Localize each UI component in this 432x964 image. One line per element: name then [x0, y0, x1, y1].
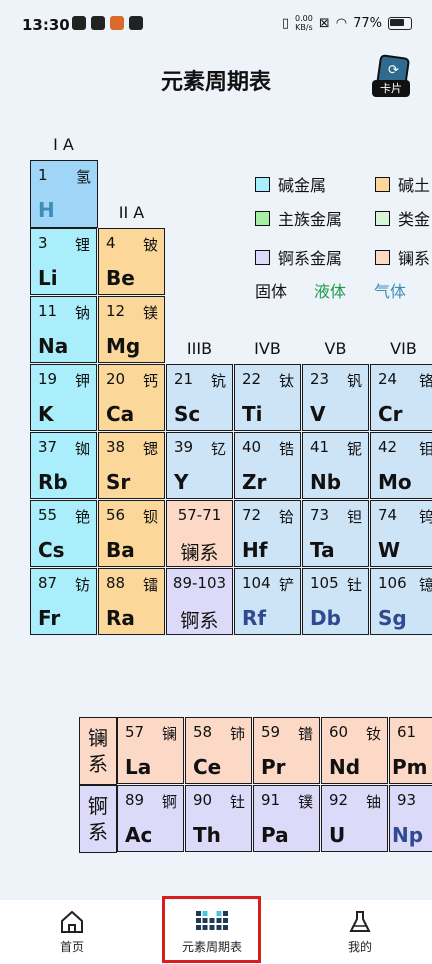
sim-icon: ⊠ — [318, 15, 330, 31]
periodic-table-area[interactable]: I A II A IIIB IVB VB VIB 碱金属 碱土 主族金属 类金 … — [0, 125, 432, 900]
element-cell-np[interactable]: 93 Np — [389, 785, 432, 852]
element-cell-ba[interactable]: 56 钡 Ba — [98, 500, 165, 567]
element-cell-nb[interactable]: 41 铌 Nb — [302, 432, 369, 499]
nav-me-label: 我的 — [347, 940, 372, 954]
status-bar: 13:30 ▯ 0.00 KB/s ⊠ ◠ 77% — [0, 0, 432, 50]
nav-selection-highlight — [162, 896, 261, 963]
legend-main-group: 主族金属 — [255, 206, 342, 230]
element-cell-fr[interactable]: 87 钫 Fr — [30, 568, 97, 635]
group-label-ia: I A — [53, 135, 74, 154]
element-cell-na[interactable]: 11 钠 Na — [30, 296, 97, 363]
battery-percent: 77% — [353, 15, 382, 31]
element-cell-u[interactable]: 92 铀 U — [321, 785, 388, 852]
legend-solid: 固体 — [255, 282, 288, 301]
element-cell-y[interactable]: 39 钇 Y — [166, 432, 233, 499]
element-cell-be[interactable]: 4 铍 Be — [98, 228, 165, 295]
legend-alkali: 碱金属 — [255, 172, 326, 196]
page-title: 元素周期表 — [160, 70, 271, 95]
status-right: ▯ 0.00 KB/s ⊠ ◠ 77% — [282, 14, 412, 32]
group-label-vb: VB — [324, 339, 347, 358]
actinide-row-header: 锕系 — [79, 785, 117, 853]
status-time: 13:30 — [22, 16, 70, 34]
legend-liquid: 液体 — [314, 282, 347, 301]
group-label-iiib: IIIB — [186, 339, 213, 358]
home-icon — [59, 909, 85, 935]
element-cell-db[interactable]: 105 钍 Db — [302, 568, 369, 635]
legend-swatch-actinide — [255, 249, 270, 265]
element-cell-ta[interactable]: 73 钽 Ta — [302, 500, 369, 567]
nav-me[interactable]: 我的 — [328, 900, 392, 964]
element-cell-ca[interactable]: 20 钙 Ca — [98, 364, 165, 431]
element-cell-cr[interactable]: 24 铬 Cr — [370, 364, 432, 431]
net-speed: 0.00 KB/s — [295, 14, 313, 32]
element-cell-ac[interactable]: 89 锕 Ac — [117, 785, 184, 852]
element-cell-k[interactable]: 19 钾 K — [30, 364, 97, 431]
element-cell-sg[interactable]: 106 镱 Sg — [370, 568, 432, 635]
battery-icon — [388, 16, 412, 30]
status-app-icons — [72, 16, 143, 30]
flask-icon — [347, 909, 373, 935]
element-cell-zr[interactable]: 40 锆 Zr — [234, 432, 301, 499]
legend-swatch-lanthanide — [375, 249, 390, 265]
app-notification-icon — [72, 16, 86, 30]
element-cell-la[interactable]: 57 镧 La — [117, 717, 184, 784]
group-label-iia: II A — [118, 203, 145, 222]
element-cell-v[interactable]: 23 钒 V — [302, 364, 369, 431]
element-cell-nd[interactable]: 60 钕 Nd — [321, 717, 388, 784]
element-cell-ra[interactable]: 88 镭 Ra — [98, 568, 165, 635]
element-cell-w[interactable]: 74 钨 W — [370, 500, 432, 567]
vibrate-icon: ▯ — [281, 15, 290, 31]
app-notification-icon-3 — [129, 16, 143, 30]
wifi-icon: ◠ — [335, 15, 348, 31]
app-notification-icon-2 — [110, 16, 124, 30]
element-cell-li[interactable]: 3 锂 Li — [30, 228, 97, 295]
card-label: 卡片 — [372, 80, 410, 97]
legend-lanthanide: 镧系 — [375, 245, 430, 269]
legend-swatch-alkali — [255, 176, 270, 192]
legend-gas: 气体 — [374, 282, 407, 301]
element-cell-sr[interactable]: 38 锶 Sr — [98, 432, 165, 499]
element-cell-mg[interactable]: 12 镁 Mg — [98, 296, 165, 363]
legend-alkaline-earth: 碱土 — [375, 172, 430, 196]
legend-swatch-main-group — [255, 210, 270, 226]
element-cell-rb[interactable]: 37 铷 Rb — [30, 432, 97, 499]
nav-home-label: 首页 — [59, 940, 84, 954]
nav-home[interactable]: 首页 — [40, 900, 104, 964]
element-cell-ti[interactable]: 22 钛 Ti — [234, 364, 301, 431]
element-cell-ce[interactable]: 58 铈 Ce — [185, 717, 252, 784]
legend-swatch-metalloid — [375, 210, 390, 226]
tiktok-icon — [91, 16, 105, 30]
card-button[interactable]: ⟳ 卡片 — [369, 54, 415, 100]
legend-actinide: 锕系金属 — [255, 245, 342, 269]
group-label-vib: VIB — [390, 339, 417, 358]
element-cell-hf[interactable]: 72 铪 Hf — [234, 500, 301, 567]
element-cell-rf[interactable]: 104 铲 Rf — [234, 568, 301, 635]
group-label-ivb: IVB — [254, 339, 281, 358]
element-cell-cs[interactable]: 55 铯 Cs — [30, 500, 97, 567]
legend-metalloid: 类金 — [375, 206, 430, 230]
element-cell-th[interactable]: 90 钍 Th — [185, 785, 252, 852]
actinide-series-cell[interactable]: 89-103 锕系 — [166, 568, 233, 635]
element-cell-pa[interactable]: 91 镤 Pa — [253, 785, 320, 852]
lanthanide-row-header: 镧系 — [79, 717, 117, 785]
element-cell-pr[interactable]: 59 镨 Pr — [253, 717, 320, 784]
element-cell-sc[interactable]: 21 钪 Sc — [166, 364, 233, 431]
element-cell-h[interactable]: 1 氢 H — [30, 160, 98, 228]
legend-swatch-alkaline-earth — [375, 176, 390, 192]
element-cell-pm[interactable]: 61 Pm — [389, 717, 432, 784]
element-cell-mo[interactable]: 42 钼 Mo — [370, 432, 432, 499]
lanthanide-series-cell[interactable]: 57-71 镧系 — [166, 500, 233, 567]
